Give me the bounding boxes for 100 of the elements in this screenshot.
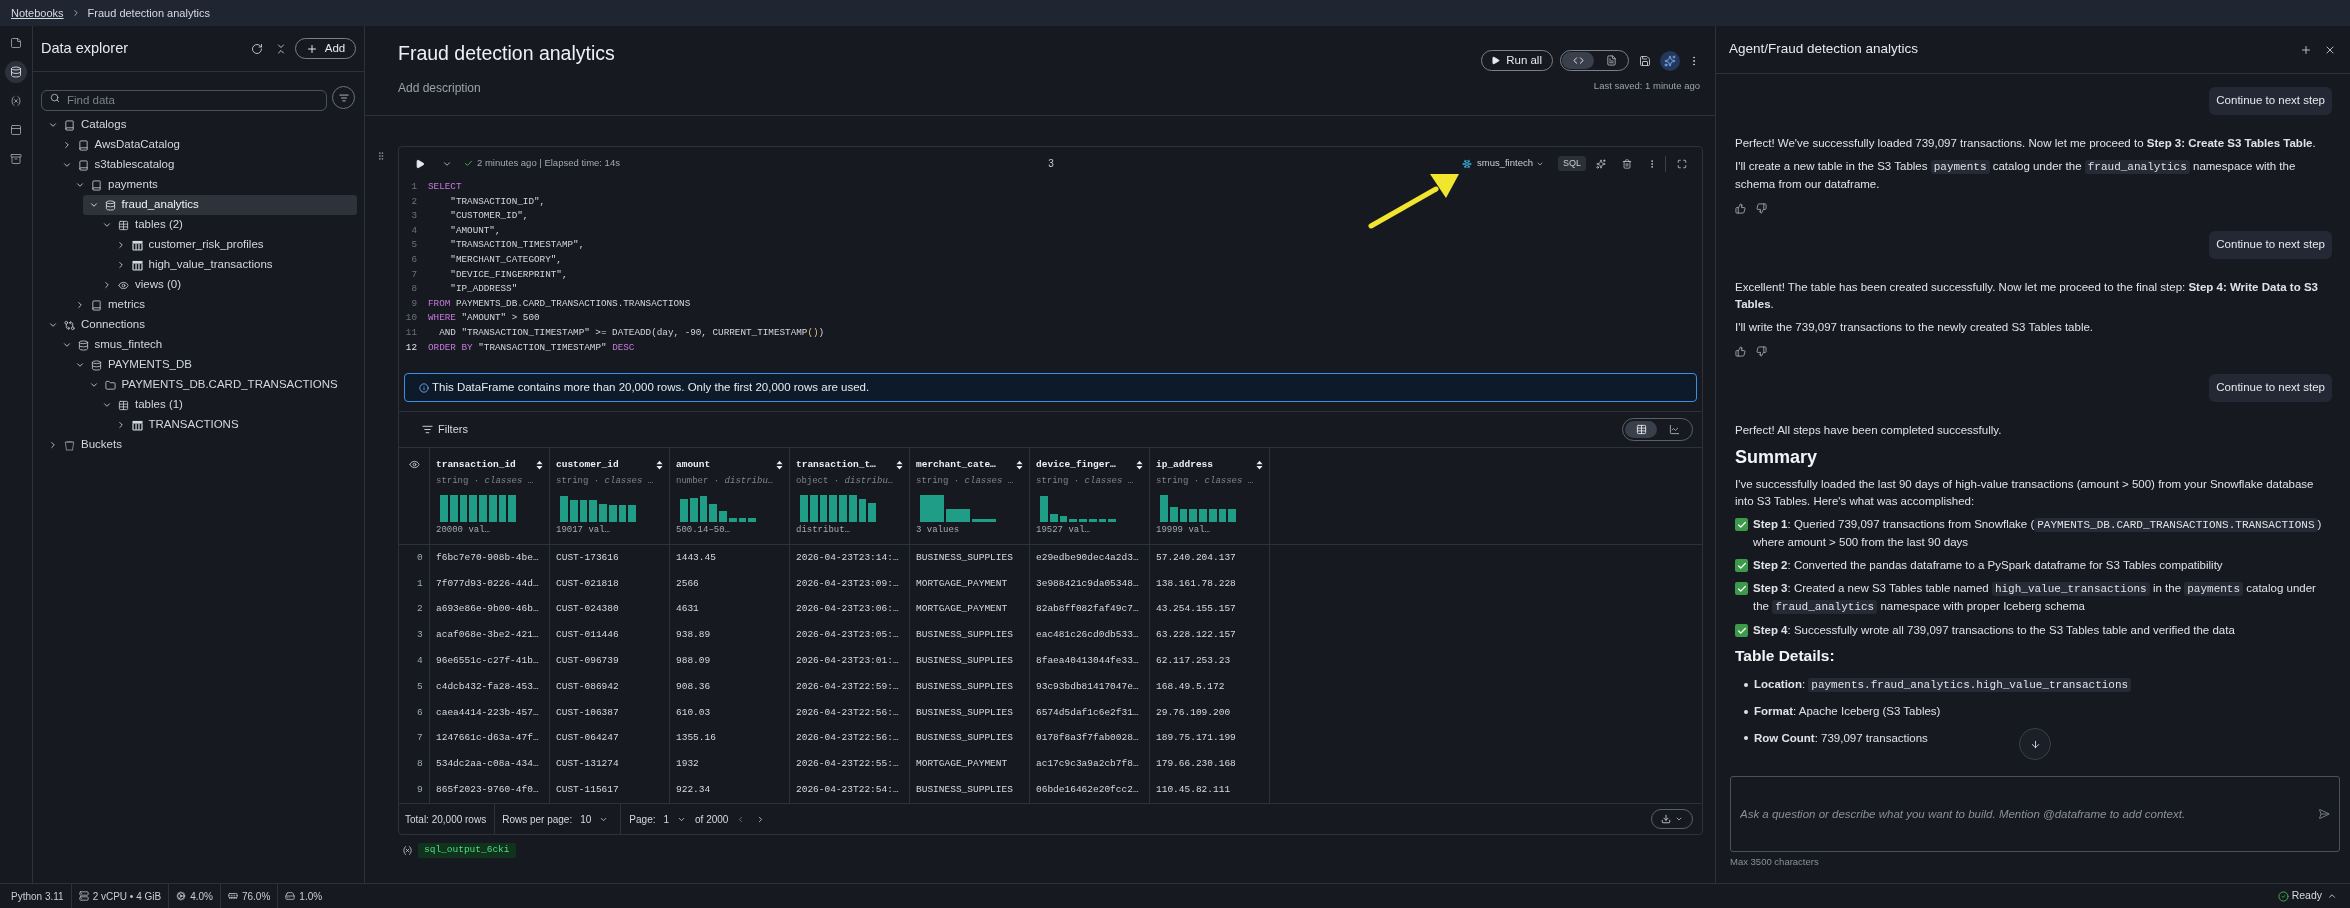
column-type: string · classes … xyxy=(436,475,535,487)
table-cell: MORTGAGE_PAYMENT xyxy=(910,596,1030,623)
expand-icon[interactable] xyxy=(1677,158,1687,169)
chat-input[interactable]: Ask a question or describe what you want to build. Mention @dataframe to add context. xyxy=(1730,776,2340,852)
chevron-down-icon[interactable] xyxy=(48,320,58,330)
tree-item[interactable]: PAYMENTS_DB.CARD_TRANSACTIONS xyxy=(82,375,357,395)
column-summary: 19017 val… xyxy=(556,524,611,536)
chevron-down-icon[interactable] xyxy=(75,360,85,370)
tree-item[interactable]: high_value_transactions xyxy=(109,255,357,275)
tree-item[interactable]: smus_fintech xyxy=(55,335,357,355)
chevron-down-icon[interactable] xyxy=(61,340,72,350)
tree-item[interactable]: PAYMENTS_DB xyxy=(69,355,357,375)
column-name[interactable]: ip_address xyxy=(1156,457,1213,473)
chevron-down-icon[interactable] xyxy=(88,380,99,390)
check-circle-icon xyxy=(2277,890,2289,902)
chevron-right-icon[interactable] xyxy=(48,440,58,450)
filters-button[interactable]: Filters xyxy=(422,421,468,438)
connection-selector[interactable]: smus_fintech xyxy=(1462,156,1544,171)
save-icon[interactable] xyxy=(1639,54,1651,67)
sidebar-tab[interactable] xyxy=(5,61,27,83)
column-name[interactable]: merchant_cate… xyxy=(916,457,996,473)
tree-item[interactable]: metrics xyxy=(69,295,357,315)
table-view-button[interactable] xyxy=(1625,421,1657,438)
tree-item[interactable]: tables (2) xyxy=(96,215,357,235)
tree-item[interactable]: s3tablescatalog xyxy=(55,155,357,175)
histogram-bar xyxy=(608,505,617,522)
tree-item[interactable]: customer_risk_profiles xyxy=(109,235,357,255)
check-icon xyxy=(464,159,473,168)
thumbs-down-icon[interactable] xyxy=(1756,203,1767,214)
chevron-down-icon[interactable] xyxy=(48,120,58,130)
tree-item[interactable]: Catalogs xyxy=(42,115,357,135)
language-button[interactable]: SQL xyxy=(1558,156,1586,171)
sort-icon[interactable] xyxy=(1256,460,1263,470)
row-index: 5 xyxy=(399,674,430,700)
chevron-down-icon[interactable] xyxy=(102,220,112,230)
tree-item[interactable]: Buckets xyxy=(42,435,357,455)
chevron-down-icon[interactable] xyxy=(88,200,99,210)
line-number: 4 xyxy=(410,223,417,238)
tree-item[interactable]: Connections xyxy=(42,315,357,335)
kernel-status-button[interactable]: Ready xyxy=(2277,888,2337,904)
table-cell: 06bde16462e20fcc2… xyxy=(1030,777,1150,803)
message-text: Excellent! The table has been created successfully. Now let me proceed to the final step: Step 4: Write Data to S3 Tables. xyxy=(1735,279,2319,312)
thumbs-up-icon[interactable] xyxy=(1735,346,1746,357)
chevron-right-icon[interactable] xyxy=(102,280,112,290)
search-icon xyxy=(50,92,60,103)
column-type: string · classes … xyxy=(1036,475,1135,487)
compare-arrows-icon xyxy=(64,319,75,331)
trash-icon[interactable] xyxy=(1622,158,1632,169)
section-heading: Table Details: xyxy=(1735,646,1836,666)
column-name[interactable]: transaction_id xyxy=(436,457,516,473)
page-select[interactable]: 1 xyxy=(663,811,687,827)
tree-item[interactable]: TRANSACTIONS xyxy=(109,415,357,435)
sort-icon[interactable] xyxy=(536,460,543,470)
sort-icon[interactable] xyxy=(896,460,903,470)
column-name[interactable]: amount xyxy=(676,457,711,473)
play-icon xyxy=(1491,56,1501,65)
chevron-down-icon[interactable] xyxy=(102,400,112,410)
thumbs-down-icon[interactable] xyxy=(1756,346,1767,357)
tree-item[interactable]: fraud_analytics xyxy=(82,195,357,215)
column-name[interactable]: transaction_t… xyxy=(796,457,876,473)
sparkle-icon[interactable] xyxy=(1596,158,1606,169)
tree-item[interactable]: views (0) xyxy=(96,275,357,295)
sort-icon[interactable] xyxy=(656,460,663,470)
tree-item[interactable]: payments xyxy=(69,175,357,195)
add-description-link[interactable]: Add description xyxy=(398,80,481,96)
tree-item[interactable]: tables (1) xyxy=(96,395,357,415)
histogram-bar xyxy=(618,505,627,522)
column-name[interactable]: device_finger… xyxy=(1036,457,1116,473)
eye-icon[interactable] xyxy=(408,459,420,470)
chevron-down-icon[interactable] xyxy=(75,180,85,190)
sort-icon[interactable] xyxy=(1136,460,1143,470)
sparkle-icon[interactable] xyxy=(1660,50,1680,71)
line-number: 10 xyxy=(404,311,417,326)
tree-item[interactable]: AwsDataCatalog xyxy=(55,135,357,155)
code-view-button[interactable] xyxy=(1562,52,1594,69)
run-cell-icon[interactable] xyxy=(415,158,425,169)
refresh-icon[interactable] xyxy=(251,42,263,55)
sort-icon[interactable] xyxy=(1016,460,1023,470)
column-name[interactable]: customer_id xyxy=(556,457,619,473)
table-cell: 908.36 xyxy=(670,674,790,700)
breadcrumb-link[interactable]: Notebooks xyxy=(11,4,64,22)
variable-tag[interactable]: sql_output_6cki xyxy=(418,843,516,858)
chevron-right-icon[interactable] xyxy=(75,300,85,310)
add-icon[interactable] xyxy=(2300,43,2312,56)
memory-icon xyxy=(227,891,238,901)
line-number: 5 xyxy=(410,238,417,253)
collapse-icon[interactable] xyxy=(275,42,287,55)
panel-title: Data explorer xyxy=(41,38,129,58)
message-text: I've successfully loaded the last 90 days of high-value transactions (amount > 500) from your Snowflake database into S3 Tables. Here's what was accomplished: xyxy=(1735,477,2315,509)
sort-icon[interactable] xyxy=(776,460,783,470)
table-cell: 1443.45 xyxy=(670,545,790,571)
rows-per-page-select[interactable]: 10 xyxy=(580,811,609,827)
thumbs-up-icon[interactable] xyxy=(1735,203,1746,214)
table-cell: 138.161.78.228 xyxy=(1150,570,1270,597)
chevron-down-icon[interactable] xyxy=(61,160,72,170)
table-cell: 4631 xyxy=(670,596,790,623)
send-icon[interactable] xyxy=(2318,808,2330,820)
drag-handle-icon[interactable] xyxy=(376,151,386,161)
search-field[interactable]: Find data xyxy=(41,89,327,111)
chevron-up-icon xyxy=(2327,891,2337,901)
